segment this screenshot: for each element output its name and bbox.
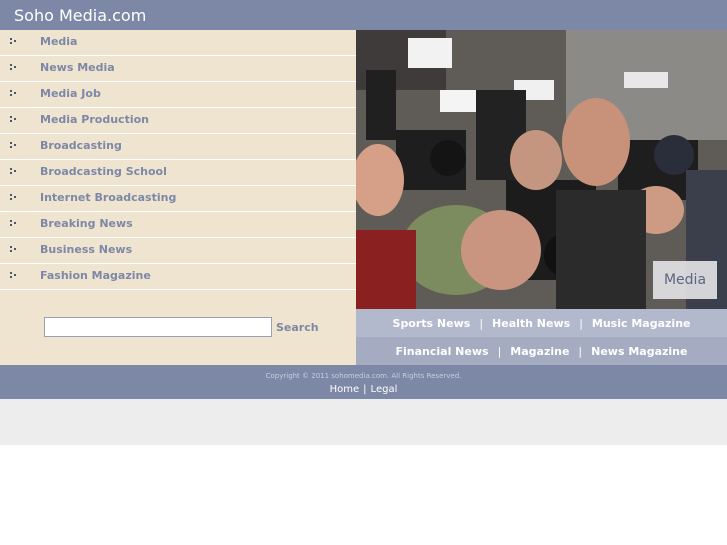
link-health-news[interactable]: Health News	[492, 317, 570, 330]
link-bar-bottom: Financial News | Magazine | News Magazin…	[356, 337, 727, 365]
sidebar-item-internet-broadcasting[interactable]: Internet Broadcasting	[0, 186, 356, 212]
bullet-dots-icon	[10, 246, 19, 255]
footer-links: Home | Legal	[0, 384, 727, 395]
sidebar-item-label[interactable]: Internet Broadcasting	[40, 191, 176, 204]
link-music-magazine[interactable]: Music Magazine	[592, 317, 691, 330]
copyright-text: Copyright © 2011 sohomedia.com. All Righ…	[265, 372, 462, 380]
link-news-magazine[interactable]: News Magazine	[591, 345, 687, 358]
link-separator: |	[479, 316, 484, 330]
sidebar-item-broadcasting[interactable]: Broadcasting	[0, 134, 356, 160]
bottom-band	[0, 399, 727, 445]
footer: Copyright © 2011 sohomedia.com. All Righ…	[0, 365, 727, 399]
sidebar-item-fashion-magazine[interactable]: Fashion Magazine	[0, 264, 356, 290]
hero-photo: Media	[356, 30, 727, 309]
bullet-dots-icon	[10, 116, 19, 125]
bullet-dots-icon	[10, 194, 19, 203]
sidebar-item-label[interactable]: Media Job	[40, 87, 101, 100]
bullet-dots-icon	[10, 38, 19, 47]
sidebar-item-label[interactable]: Media	[40, 35, 77, 48]
sidebar-item-label[interactable]: Breaking News	[40, 217, 133, 230]
search-input[interactable]	[44, 317, 272, 337]
site-header: Soho Media.com	[0, 0, 727, 30]
link-separator: |	[497, 344, 502, 358]
bullet-dots-icon	[10, 64, 19, 73]
bullet-dots-icon	[10, 220, 19, 229]
sidebar-item-news-media[interactable]: News Media	[0, 56, 356, 82]
footer-link-home[interactable]: Home	[330, 384, 360, 395]
sidebar-nav: Media News Media Media Job Media Product…	[0, 30, 356, 290]
bullet-dots-icon	[10, 272, 19, 281]
sidebar-item-media[interactable]: Media	[0, 30, 356, 56]
hero-caption: Media	[653, 261, 717, 299]
link-sports-news[interactable]: Sports News	[393, 317, 471, 330]
bullet-dots-icon	[10, 168, 19, 177]
sidebar-item-media-production[interactable]: Media Production	[0, 108, 356, 134]
link-separator: |	[578, 344, 583, 358]
sidebar-item-label[interactable]: Broadcasting School	[40, 165, 167, 178]
sidebar-item-business-news[interactable]: Business News	[0, 238, 356, 264]
sidebar-item-label[interactable]: News Media	[40, 61, 115, 74]
site-title[interactable]: Soho Media.com	[14, 6, 146, 25]
link-separator: |	[579, 316, 583, 330]
link-magazine[interactable]: Magazine	[510, 345, 569, 358]
footer-link-legal[interactable]: Legal	[371, 384, 398, 395]
link-bar-top: Sports News | Health News | Music Magazi…	[356, 309, 727, 337]
sidebar-item-label[interactable]: Media Production	[40, 113, 149, 126]
sidebar: Media News Media Media Job Media Product…	[0, 30, 356, 365]
bullet-dots-icon	[10, 90, 19, 99]
sidebar-item-breaking-news[interactable]: Breaking News	[0, 212, 356, 238]
bullet-dots-icon	[10, 142, 19, 151]
sidebar-item-label[interactable]: Broadcasting	[40, 139, 122, 152]
sidebar-item-label[interactable]: Fashion Magazine	[40, 269, 151, 282]
sidebar-item-label[interactable]: Business News	[40, 243, 132, 256]
sidebar-item-broadcasting-school[interactable]: Broadcasting School	[0, 160, 356, 186]
search-button[interactable]: Search	[276, 321, 319, 334]
link-financial-news[interactable]: Financial News	[396, 345, 489, 358]
footer-separator: |	[363, 384, 367, 395]
sidebar-item-media-job[interactable]: Media Job	[0, 82, 356, 108]
